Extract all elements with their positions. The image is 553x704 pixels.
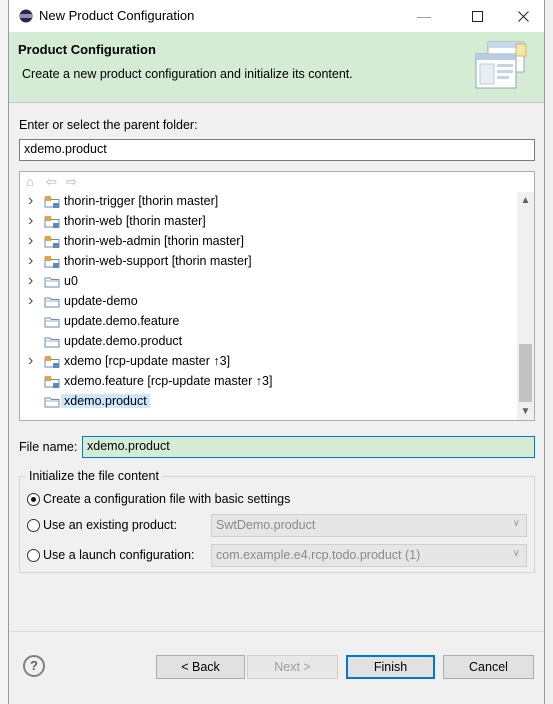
launch-config-value: com.example.e4.rcp.todo.product (1)	[216, 548, 421, 562]
tree-item-label: u0	[64, 274, 78, 288]
init-content-legend: Initialize the file content	[26, 469, 162, 483]
expand-chevron-icon[interactable]: ›	[28, 232, 38, 249]
folder-icon	[44, 335, 61, 349]
tree-item[interactable]: update.demo.feature	[20, 312, 517, 332]
file-name-input[interactable]: xdemo.product	[82, 436, 535, 458]
finish-button[interactable]: Finish	[346, 655, 435, 679]
tree-item-label: update.demo.product	[64, 334, 183, 348]
forward-arrow-icon[interactable]: ⇨	[66, 174, 77, 190]
expand-chevron-icon[interactable]: ›	[28, 252, 38, 269]
scroll-up-icon[interactable]: ▲	[517, 192, 534, 209]
tree-item[interactable]: › thorin-web-admin [thorin master]	[20, 232, 517, 252]
expand-chevron-icon[interactable]: ›	[28, 272, 38, 289]
footer-separator	[9, 631, 544, 632]
tree-toolbar: ⌂ ⇦ ⇨	[20, 172, 534, 192]
folder-icon	[44, 295, 61, 309]
project-folder-icon	[44, 355, 61, 369]
file-name-label: File name:	[19, 440, 78, 454]
title-bar: New Product Configuration —	[9, 0, 544, 32]
tree-item-label: thorin-trigger [thorin master]	[64, 194, 219, 208]
tree-item[interactable]: › thorin-web [thorin master]	[20, 212, 517, 232]
eclipse-icon	[19, 9, 33, 23]
tree-item-label: update.demo.feature	[64, 314, 180, 328]
tree-item[interactable]: › thorin-web-support [thorin master]	[20, 252, 517, 272]
product-config-wizard-icon	[475, 41, 527, 89]
maximize-button[interactable]	[454, 0, 500, 32]
folder-icon	[44, 395, 61, 409]
tree-item-label: thorin-web-support [thorin master]	[64, 254, 252, 268]
cancel-button[interactable]: Cancel	[443, 655, 534, 679]
tree-scrollbar[interactable]: ▲ ▼	[517, 192, 534, 420]
scrollbar-thumb[interactable]	[519, 344, 532, 402]
home-icon[interactable]: ⌂	[26, 174, 34, 189]
close-icon	[517, 10, 529, 22]
option-launch-label[interactable]: Use a launch configuration:	[43, 548, 194, 562]
chevron-down-icon: ∨	[512, 548, 520, 559]
option-basic-label[interactable]: Create a configuration file with basic s…	[43, 492, 290, 506]
tree-item[interactable]: › xdemo [rcp-update master ↑3]	[20, 352, 517, 372]
project-folder-icon	[44, 235, 61, 249]
next-button[interactable]: Next >	[247, 655, 338, 679]
existing-product-select[interactable]: SwtDemo.product ∨	[211, 514, 527, 537]
folder-icon	[44, 275, 61, 289]
tree-item-label: thorin-web [thorin master]	[64, 214, 206, 228]
project-folder-icon	[44, 215, 61, 229]
launch-config-select[interactable]: com.example.e4.rcp.todo.product (1) ∨	[211, 544, 527, 567]
tree-item[interactable]: xdemo.feature [rcp-update master ↑3]	[20, 372, 517, 392]
option-existing-label[interactable]: Use an existing product:	[43, 518, 177, 532]
wizard-banner: Product Configuration Create a new produ…	[9, 32, 544, 103]
back-arrow-icon[interactable]: ⇦	[46, 174, 57, 190]
tree-item-label: xdemo [rcp-update master ↑3]	[64, 354, 231, 368]
folder-tree[interactable]: ⌂ ⇦ ⇨ › thorin-trigger [thorin master] › th…	[19, 171, 535, 421]
project-folder-icon	[44, 195, 61, 209]
parent-folder-input[interactable]: xdemo.product	[19, 139, 535, 161]
back-button[interactable]: < Back	[156, 655, 245, 679]
tree-item[interactable]: update.demo.product	[20, 332, 517, 352]
tree-item-label: xdemo.feature [rcp-update master ↑3]	[64, 374, 273, 388]
radio-launch-config[interactable]	[27, 549, 40, 562]
existing-product-value: SwtDemo.product	[216, 518, 316, 532]
tree-item[interactable]: › thorin-trigger [thorin master]	[20, 192, 517, 212]
tree-item-label: update-demo	[64, 294, 138, 308]
tree-item[interactable]: xdemo.product	[20, 392, 517, 412]
banner-title: Product Configuration	[18, 42, 156, 57]
expand-chevron-icon[interactable]: ›	[28, 192, 38, 209]
tree-item-label: thorin-web-admin [thorin master]	[64, 234, 244, 248]
chevron-down-icon: ∨	[512, 518, 520, 529]
maximize-icon	[471, 10, 483, 22]
tree-item[interactable]: › update-demo	[20, 292, 517, 312]
tree-rows: › thorin-trigger [thorin master] › thorin-w…	[20, 192, 517, 420]
close-button[interactable]	[500, 0, 546, 32]
scroll-down-icon[interactable]: ▼	[517, 403, 534, 420]
radio-basic-settings[interactable]	[27, 493, 40, 506]
banner-description: Create a new product configuration and i…	[22, 67, 353, 81]
help-icon[interactable]: ?	[23, 655, 45, 677]
minimize-button[interactable]: —	[401, 0, 447, 32]
tree-item[interactable]: › u0	[20, 272, 517, 292]
expand-chevron-icon[interactable]: ›	[28, 292, 38, 309]
parent-folder-label: Enter or select the parent folder:	[19, 118, 198, 132]
dialog-window: New Product Configuration — Product Conf…	[8, 0, 545, 704]
radio-existing-product[interactable]	[27, 519, 40, 532]
tree-item-label: xdemo.product	[61, 394, 150, 408]
folder-icon	[44, 315, 61, 329]
window-title: New Product Configuration	[39, 8, 195, 23]
project-folder-icon	[44, 375, 61, 389]
expand-chevron-icon[interactable]: ›	[28, 212, 38, 229]
expand-chevron-icon[interactable]: ›	[28, 352, 38, 369]
project-folder-icon	[44, 255, 61, 269]
